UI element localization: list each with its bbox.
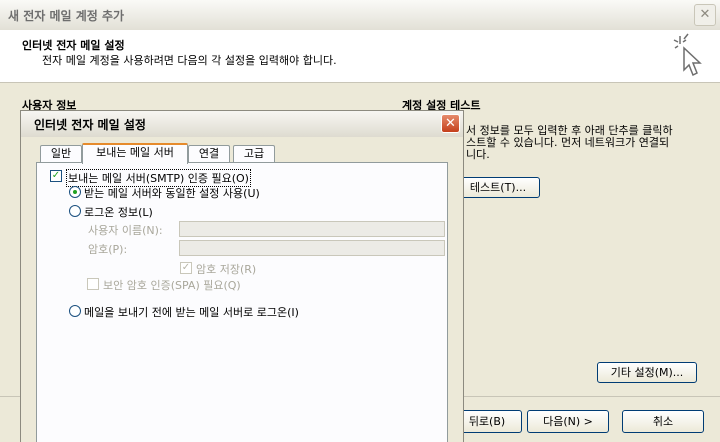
radio-same-settings[interactable] <box>69 186 81 198</box>
radio-logon-info-label: 로그온 정보(L) <box>84 206 153 219</box>
radio-logon-before-send[interactable] <box>69 305 81 317</box>
cancel-button[interactable]: 취소 <box>622 410 704 433</box>
username-input[interactable] <box>179 221 445 237</box>
tab-advanced[interactable]: 고급 <box>233 145 275 162</box>
header-title: 인터넷 전자 메일 설정 <box>22 39 125 52</box>
save-password-label: 암호 저장(R) <box>196 263 257 276</box>
password-label: 암호(P): <box>88 243 128 256</box>
password-input[interactable] <box>179 240 445 256</box>
smtp-auth-checkbox[interactable]: ✓ <box>50 170 62 182</box>
inner-close-icon[interactable]: ✕ <box>441 114 460 133</box>
spa-checkbox[interactable] <box>87 278 99 290</box>
test-account-button[interactable]: 테스트(T)... <box>456 177 540 198</box>
outer-window-title: 새 전자 메일 계정 추가 <box>8 9 125 23</box>
tab-connection[interactable]: 연결 <box>188 145 230 162</box>
radio-logon-info[interactable] <box>69 205 81 217</box>
next-button[interactable]: 다음(N) > <box>527 410 609 433</box>
more-settings-button[interactable]: 기타 설정(M)... <box>597 362 697 383</box>
spa-label: 보안 암호 인증(SPA) 필요(Q) <box>103 279 241 292</box>
sparkle-cursor-icon <box>673 33 702 77</box>
radio-logon-before-send-label: 메일을 보내기 전에 받는 메일 서버로 로그온(I) <box>84 306 299 319</box>
account-test-desc-2: 스트할 수 있습니다. 먼저 네트워크가 연결되 <box>466 136 670 149</box>
inner-dialog-title: 인터넷 전자 메일 설정 <box>34 118 146 132</box>
radio-same-settings-label: 받는 메일 서버와 동일한 설정 사용(U) <box>84 187 260 200</box>
outer-close-button[interactable]: ✕ <box>694 4 716 26</box>
header-subtitle: 전자 메일 계정을 사용하려면 다음의 각 설정을 입력해야 합니다. <box>42 54 337 67</box>
tab-outgoing-server[interactable]: 보내는 메일 서버 <box>82 143 188 164</box>
username-label: 사용자 이름(N): <box>88 224 163 237</box>
tab-general[interactable]: 일반 <box>40 145 82 162</box>
save-password-checkbox[interactable]: ✓ <box>180 262 192 274</box>
account-test-desc-3: 니다. <box>466 148 490 161</box>
